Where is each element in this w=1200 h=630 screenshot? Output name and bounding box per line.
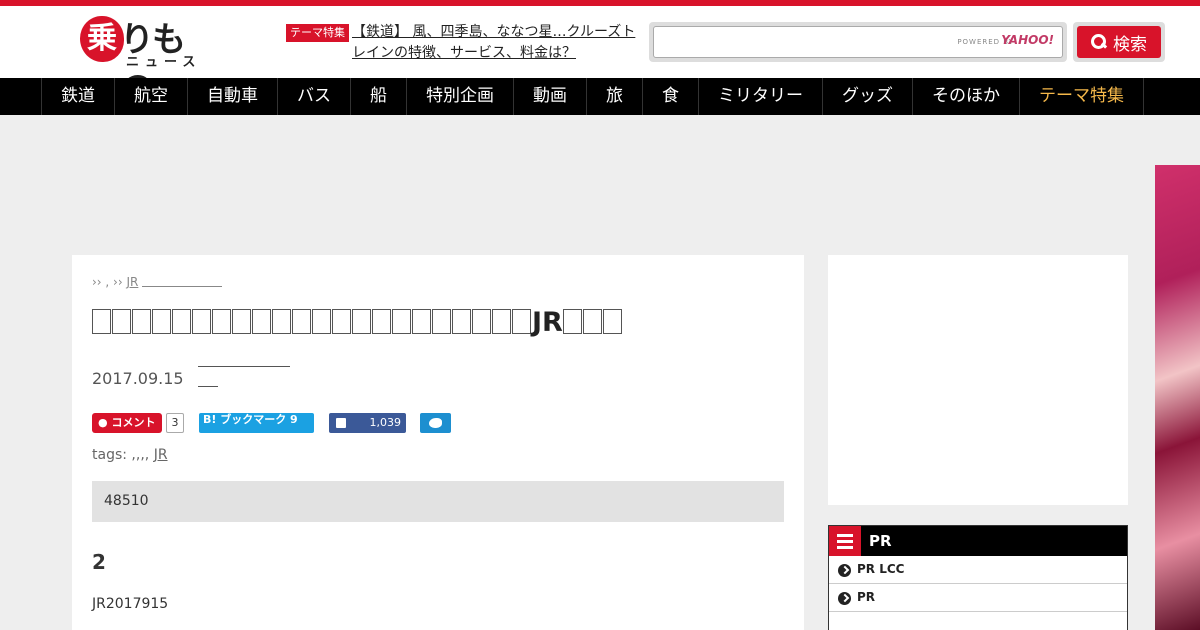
nav-item-video[interactable]: 動画 — [514, 78, 587, 115]
author-link-secondary[interactable] — [198, 381, 218, 387]
comment-count: 3 — [166, 413, 184, 433]
main-nav: 鉄道 航空 自動車 バス 船 特別企画 動画 旅 食 ミリタリー グッズ そのほ… — [0, 78, 1200, 115]
side-banner-ad[interactable] — [1155, 165, 1200, 630]
missing-glyph-box — [432, 309, 451, 334]
nav-item-bus[interactable]: バス — [278, 78, 351, 115]
site-header: 乗 りもの ニュース テーマ特集 【鉄道】 風、四季島、ななつ星…クルーズトレイ… — [0, 6, 1200, 109]
tag-list: tags: ,,,, JR — [92, 447, 784, 463]
missing-glyph-box — [212, 309, 231, 334]
search-icon — [1091, 34, 1107, 50]
pr-title: PR — [869, 532, 892, 550]
missing-glyph-box — [372, 309, 391, 334]
nav-item-military[interactable]: ミリタリー — [699, 78, 823, 115]
theme-feature-link[interactable]: 【鉄道】 風、四季島、ななつ星…クルーズトレインの特徴、サービス、料金は？ — [352, 22, 642, 64]
title-tail: JR — [532, 307, 563, 338]
missing-glyph-box — [582, 309, 602, 334]
theme-badge: テーマ特集 — [286, 24, 349, 42]
pr-header: PR — [829, 526, 1127, 556]
share-bar: ● コメント 3 B! ブックマーク 9 1,039 — [92, 413, 784, 435]
missing-glyph-box — [492, 309, 511, 334]
publish-date: 2017.09.15 — [92, 369, 184, 388]
thumbs-up-icon — [336, 418, 346, 428]
title-missing-glyphs — [92, 307, 532, 338]
site-logo[interactable]: 乗 りもの ニュース — [80, 16, 210, 109]
nav-item-car[interactable]: 自動車 — [188, 78, 278, 115]
missing-glyph-box — [512, 309, 531, 334]
missing-glyph-box — [92, 309, 111, 334]
pr-box: PR PR LCC PR — [828, 525, 1128, 630]
missing-glyph-box — [152, 309, 171, 334]
missing-glyph-box — [602, 309, 622, 334]
missing-glyph-box — [332, 309, 351, 334]
nav-item-ship[interactable]: 船 — [351, 78, 407, 115]
logo-mark: 乗 — [80, 16, 124, 62]
facebook-like-button[interactable]: 1,039 — [329, 413, 406, 433]
nav-item-special[interactable]: 特別企画 — [407, 78, 514, 115]
search-input[interactable]: POWERED BY YAHOO! — [653, 26, 1063, 58]
pr-item[interactable]: PR — [829, 584, 1127, 612]
missing-glyph-box — [232, 309, 251, 334]
missing-glyph-box — [452, 309, 471, 334]
missing-glyph-box — [562, 309, 582, 334]
body-paragraph: JR2017915 — [92, 596, 169, 612]
arrow-right-icon — [838, 592, 851, 605]
breadcrumb: ›› , ›› JR — [92, 275, 784, 291]
comment-icon: ● — [98, 416, 108, 429]
missing-glyph-box — [112, 309, 131, 334]
missing-glyph-box — [352, 309, 371, 334]
pr-item[interactable]: PR LCC — [829, 556, 1127, 584]
sidebar-ad-slot[interactable] — [828, 255, 1128, 505]
missing-glyph-box — [272, 309, 291, 334]
missing-glyph-box — [172, 309, 191, 334]
breadcrumb-jr[interactable]: JR — [126, 275, 138, 289]
tags-separators: ,,,, — [131, 447, 150, 463]
yahoo-logo: YAHOO! — [1001, 33, 1054, 47]
search-button-label: 検索 — [1113, 34, 1147, 55]
lead-box: 48510 — [92, 481, 784, 522]
list-icon — [829, 526, 861, 556]
nav-item-aviation[interactable]: 航空 — [115, 78, 188, 115]
search-button-face: 検索 — [1077, 26, 1161, 58]
like-count: 1,039 — [369, 416, 402, 429]
article-meta: 2017.09.15 — [92, 361, 784, 391]
pr-item-label: PR — [857, 590, 876, 604]
nav-item-other[interactable]: そのほか — [913, 78, 1020, 115]
comment-label: コメント — [111, 416, 156, 429]
missing-glyph-box — [472, 309, 491, 334]
hatena-bookmark-button[interactable]: B! ブックマーク 9 — [199, 413, 314, 433]
missing-glyph-box — [392, 309, 411, 334]
author-link[interactable] — [198, 361, 290, 367]
pr-item-label: PR LCC — [857, 562, 905, 576]
missing-glyph-box — [312, 309, 331, 334]
missing-glyph-box — [132, 309, 151, 334]
search-button[interactable]: 検索 — [1073, 22, 1165, 62]
article-title: JR — [92, 305, 784, 341]
nav-item-food[interactable]: 食 — [643, 78, 699, 115]
twitter-icon — [429, 418, 442, 428]
section-heading: 2 — [92, 550, 106, 574]
nav-item-rail[interactable]: 鉄道 — [42, 78, 115, 115]
missing-glyph-box — [192, 309, 211, 334]
tag-jr[interactable]: JR — [154, 447, 168, 463]
arrow-right-icon — [838, 564, 851, 577]
logo-subtitle: ニュース — [126, 55, 202, 70]
missing-glyph-box — [252, 309, 271, 334]
title-missing-glyphs-end — [562, 307, 623, 338]
tags-label: tags: — [92, 447, 127, 463]
nav-item-travel[interactable]: 旅 — [587, 78, 643, 115]
breadcrumb-prefix: ›› , ›› — [92, 275, 123, 289]
comment-button[interactable]: ● コメント — [92, 413, 162, 433]
search-box: POWERED BY YAHOO! — [649, 22, 1067, 62]
missing-glyph-box — [412, 309, 431, 334]
nav-item-goods[interactable]: グッズ — [823, 78, 913, 115]
missing-glyph-box — [292, 309, 311, 334]
nav-item-theme[interactable]: テーマ特集 — [1020, 78, 1144, 115]
article-card: ›› , ›› JR JR 2017.09.15 ● コメント 3 B! ブック… — [72, 255, 804, 630]
breadcrumb-current[interactable] — [142, 286, 223, 287]
twitter-share-button[interactable] — [420, 413, 451, 433]
